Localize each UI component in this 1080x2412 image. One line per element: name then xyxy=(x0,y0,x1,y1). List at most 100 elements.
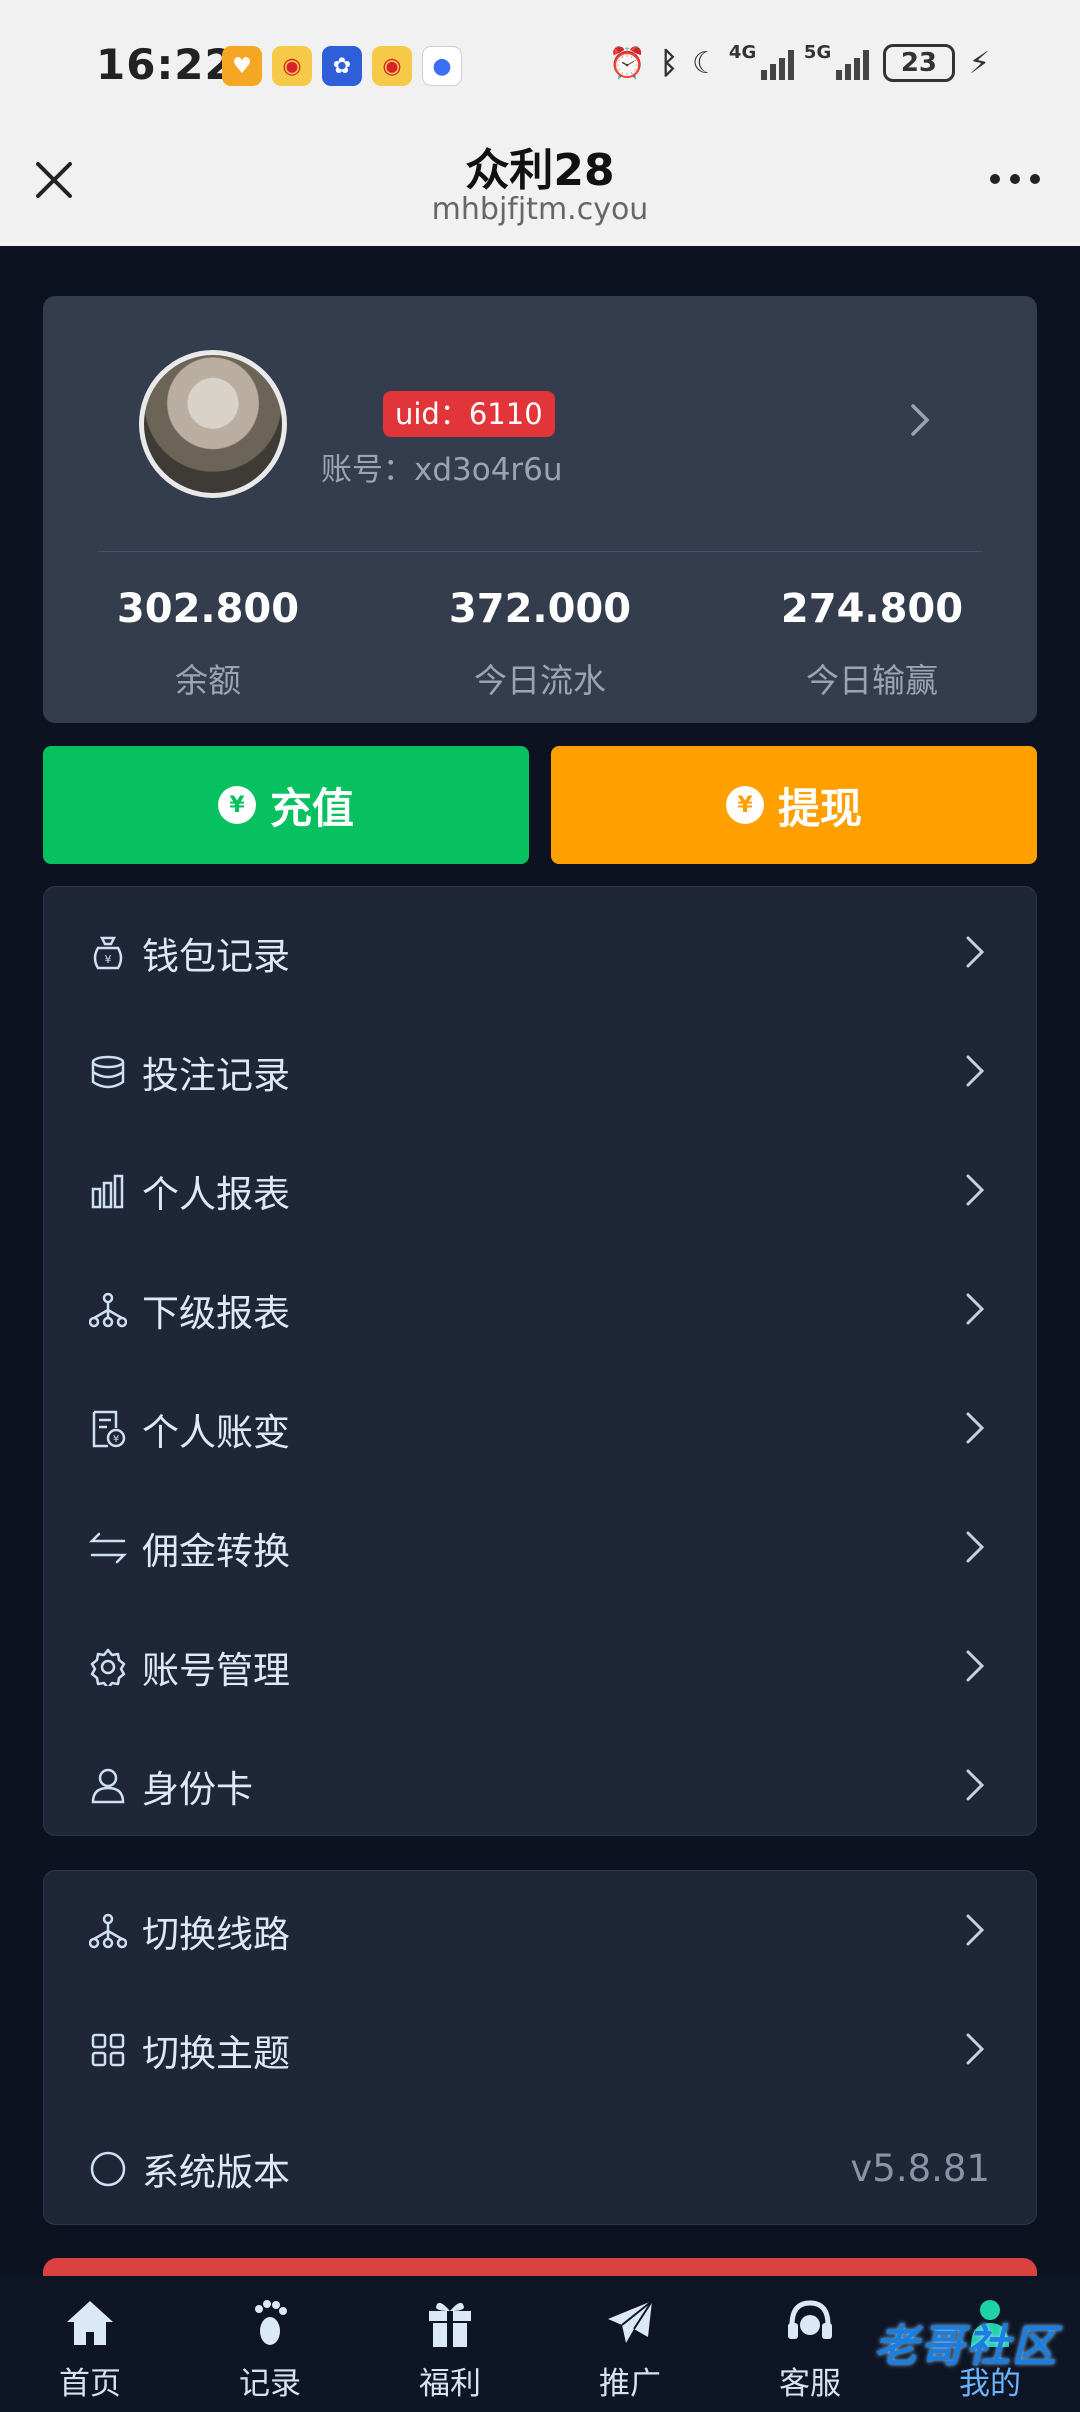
menu-label: 钱包记录 xyxy=(142,934,290,978)
app-notification-icon: ✿ xyxy=(322,46,362,86)
avatar[interactable] xyxy=(139,350,287,498)
menu-label: 身份卡 xyxy=(142,1767,253,1811)
chevron-right-icon xyxy=(964,2031,986,2071)
chevron-right-icon xyxy=(964,1172,986,1212)
chevron-right-icon xyxy=(964,1291,986,1331)
menu-panel: ¥ 钱包记录 投注记录 个人报表 下级报表 ¥ 个人账变 佣金转换 账号管理 身… xyxy=(43,886,1037,1836)
hierarchy-icon xyxy=(88,1911,128,1951)
stat-turnover: 372.000 今日流水 xyxy=(375,586,705,702)
withdraw-label: 提现 xyxy=(777,783,862,833)
stat-value: 372.000 xyxy=(448,586,632,632)
nav-home[interactable]: 首页 xyxy=(0,2276,180,2412)
money-bag-icon: ¥ xyxy=(88,933,128,973)
recharge-button[interactable]: ¥ 充值 xyxy=(43,746,529,864)
bill-icon: ¥ xyxy=(88,1409,128,1449)
nav-welfare[interactable]: 福利 xyxy=(360,2276,540,2412)
nav-promote[interactable]: 推广 xyxy=(540,2276,720,2412)
settings-panel: 切换线路 切换主题 系统版本 v5.8.81 xyxy=(43,1870,1037,2225)
stat-value: 274.800 xyxy=(780,586,964,632)
nav-service[interactable]: 客服 xyxy=(720,2276,900,2412)
status-time: 16:22 xyxy=(96,40,235,89)
menu-item-bet-records[interactable]: 投注记录 xyxy=(44,1012,1036,1131)
version-value: v5.8.81 xyxy=(850,2147,990,2190)
svg-text:¥: ¥ xyxy=(105,953,112,966)
stat-value: 302.800 xyxy=(116,586,300,632)
divider xyxy=(97,551,983,552)
stat-label: 今日流水 xyxy=(474,661,606,700)
user-icon xyxy=(88,1766,128,1806)
profile-card[interactable]: uid：6110 账号：xd3o4r6u 302.800 余额 372.000 … xyxy=(43,296,1037,723)
battery-icon: 23 xyxy=(882,44,955,82)
menu-label: 切换主题 xyxy=(142,2031,290,2075)
page-url: mhbjfjtm.cyou xyxy=(431,192,649,227)
chevron-right-icon xyxy=(964,934,986,974)
gift-icon xyxy=(425,2294,475,2352)
yuan-coin-icon: ¥ xyxy=(217,786,256,824)
menu-label: 个人账变 xyxy=(142,1410,290,1454)
stat-balance: 302.800 余额 xyxy=(43,586,373,702)
watermark-logo: 老哥社区 xyxy=(874,2321,1058,2372)
status-right: ⏰ ᛒ ☾ 4G 5G 23 ⚡ xyxy=(608,42,990,82)
stat-label: 今日输赢 xyxy=(806,661,938,700)
stat-label: 余额 xyxy=(175,661,241,700)
status-bar: 16:22 ♥ ◉ ✿ ◉ ● ⏰ ᛒ ☾ 4G 5G 23 ⚡ xyxy=(0,0,1080,134)
circle-icon xyxy=(88,2149,128,2189)
menu-item-account-management[interactable]: 账号管理 xyxy=(44,1607,1036,1726)
charging-icon: ⚡ xyxy=(968,45,990,81)
moon-icon: ☾ xyxy=(692,45,719,81)
menu-item-id-card[interactable]: 身份卡 xyxy=(44,1726,1036,1845)
browser-title-bar: 众利28 mhbjfjtm.cyou xyxy=(0,134,1080,246)
chevron-right-icon xyxy=(964,1912,986,1952)
chevron-right-icon[interactable] xyxy=(909,402,931,442)
menu-label: 个人报表 xyxy=(142,1172,290,1216)
home-icon xyxy=(64,2294,116,2352)
yuan-coin-icon: ¥ xyxy=(725,786,764,824)
weibo-icon: ◉ xyxy=(372,46,412,86)
swap-icon xyxy=(88,1528,128,1568)
alarm-icon: ⏰ xyxy=(608,45,647,81)
menu-item-system-version[interactable]: 系统版本 v5.8.81 xyxy=(44,2109,1036,2228)
chevron-right-icon xyxy=(964,1529,986,1569)
stat-profit: 274.800 今日输赢 xyxy=(707,586,1037,702)
menu-item-commission-convert[interactable]: 佣金转换 xyxy=(44,1488,1036,1607)
chevron-right-icon xyxy=(964,1410,986,1450)
withdraw-button[interactable]: ¥ 提现 xyxy=(551,746,1037,864)
menu-item-subordinate-report[interactable]: 下级报表 xyxy=(44,1250,1036,1369)
menu-item-wallet-records[interactable]: ¥ 钱包记录 xyxy=(44,893,1036,1012)
nav-label: 推广 xyxy=(599,2366,661,2402)
recharge-label: 充值 xyxy=(269,783,354,833)
menu-label: 系统版本 xyxy=(142,2150,290,2194)
app-notification-icon: ♥ xyxy=(222,46,262,86)
menu-item-switch-route[interactable]: 切换线路 xyxy=(44,1871,1036,1990)
chevron-right-icon xyxy=(964,1053,986,1093)
account-id: 账号：xd3o4r6u xyxy=(321,452,563,488)
footprint-icon xyxy=(245,2294,295,2352)
nav-label: 记录 xyxy=(239,2366,301,2402)
menu-label: 下级报表 xyxy=(142,1291,290,1335)
weibo-icon: ◉ xyxy=(272,46,312,86)
gear-icon xyxy=(88,1647,128,1687)
headset-icon xyxy=(784,2294,836,2352)
nav-label: 首页 xyxy=(59,2366,121,2402)
nav-label: 客服 xyxy=(779,2366,841,2402)
svg-text:¥: ¥ xyxy=(113,1434,119,1445)
menu-label: 投注记录 xyxy=(142,1053,290,1097)
grid-icon xyxy=(88,2030,128,2070)
menu-item-account-changes[interactable]: ¥ 个人账变 xyxy=(44,1369,1036,1488)
paper-plane-icon xyxy=(604,2294,656,2352)
bar-chart-icon xyxy=(88,1171,128,1211)
menu-label: 切换线路 xyxy=(142,1912,290,1956)
page-title: 众利28 xyxy=(465,145,615,196)
more-icon[interactable] xyxy=(990,174,1040,184)
menu-label: 账号管理 xyxy=(142,1648,290,1692)
menu-label: 佣金转换 xyxy=(142,1529,290,1573)
chat-app-icon: ● xyxy=(422,46,462,86)
nav-records[interactable]: 记录 xyxy=(180,2276,360,2412)
menu-item-personal-report[interactable]: 个人报表 xyxy=(44,1131,1036,1250)
signal-5g-icon: 5G xyxy=(804,42,869,80)
chevron-right-icon xyxy=(964,1648,986,1688)
nav-label: 福利 xyxy=(419,2366,481,2402)
chevron-right-icon xyxy=(964,1767,986,1807)
bluetooth-icon: ᛒ xyxy=(660,45,679,81)
menu-item-switch-theme[interactable]: 切换主题 xyxy=(44,1990,1036,2109)
